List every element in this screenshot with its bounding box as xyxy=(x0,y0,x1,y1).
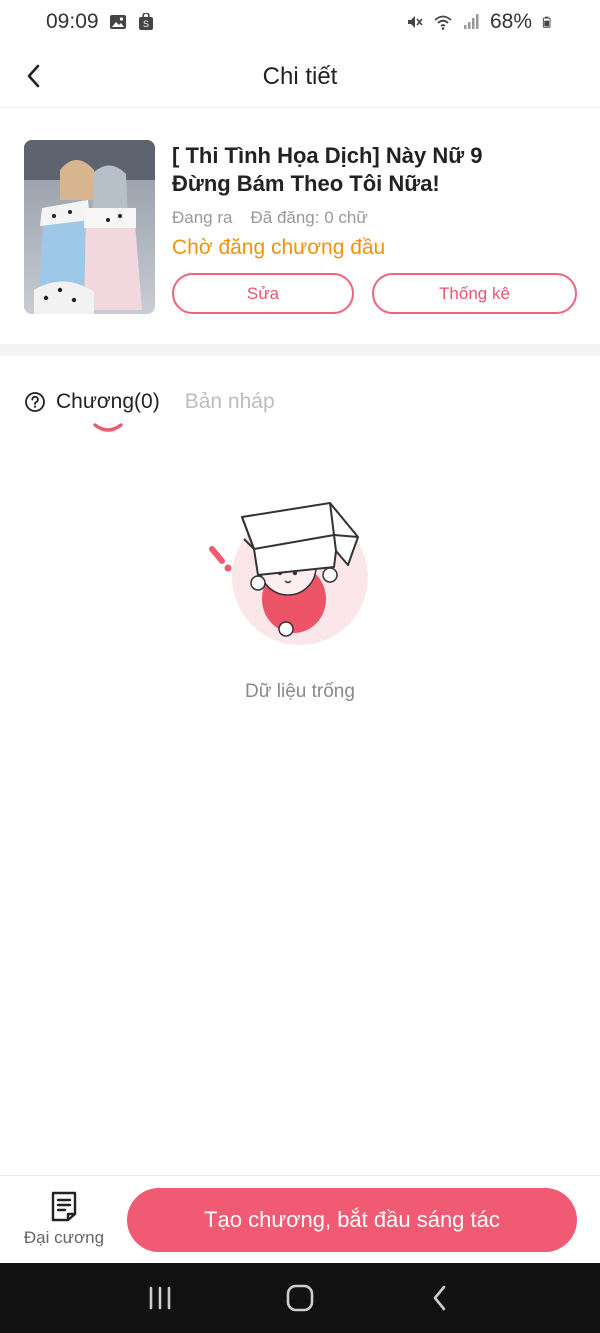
tab-chapters-label: Chương(0) xyxy=(56,390,160,413)
help-icon[interactable] xyxy=(24,391,46,413)
shopping-bag-icon: S xyxy=(138,13,153,30)
empty-state-text: Dữ liệu trống xyxy=(245,681,355,702)
create-chapter-button[interactable]: Tạo chương, bắt đầu sáng tác xyxy=(127,1188,577,1252)
back-button[interactable] xyxy=(14,56,54,96)
status-time: 09:09 xyxy=(46,10,99,33)
image-icon xyxy=(109,15,126,29)
cover-image xyxy=(24,140,155,314)
system-nav-bar xyxy=(0,1263,600,1333)
section-divider xyxy=(0,344,600,356)
stats-button[interactable]: Thống kê xyxy=(372,273,577,314)
outline-label: Đại cương xyxy=(23,1228,105,1247)
header: Chi tiết xyxy=(0,46,600,108)
wifi-icon xyxy=(434,15,452,30)
outline-document-icon xyxy=(51,1191,77,1222)
status-right: 68% xyxy=(406,10,554,34)
empty-box-illustration xyxy=(209,502,368,645)
recent-apps-icon xyxy=(149,1286,171,1310)
chevron-left-icon xyxy=(27,64,40,88)
bottom-action-bar: Đại cương Tạo chương, bắt đầu sáng tác xyxy=(0,1175,600,1263)
tabs: Chương(0) Bản nháp xyxy=(24,390,275,440)
status-left: 09:09 S xyxy=(46,10,155,34)
battery-text: 68% xyxy=(489,10,532,33)
book-title: [ Thi Tình Họa Dịch] Này Nữ 9 Đừng Bám T… xyxy=(172,143,483,196)
tab-active-indicator xyxy=(93,423,123,432)
book-cover[interactable] xyxy=(24,140,155,314)
home-icon xyxy=(286,1284,314,1312)
recent-apps-button[interactable] xyxy=(130,1273,190,1323)
mute-icon xyxy=(407,16,423,28)
battery-icon xyxy=(542,16,551,28)
edit-button[interactable]: Sửa xyxy=(172,273,354,314)
svg-text:S: S xyxy=(143,19,149,29)
pending-status: Chờ đăng chương đầu xyxy=(172,236,386,259)
system-back-button[interactable] xyxy=(410,1273,470,1323)
tab-drafts-label: Bản nháp xyxy=(184,390,275,413)
tab-drafts[interactable]: Bản nháp xyxy=(185,390,275,414)
signal-icon xyxy=(463,14,479,29)
book-status: Đang ra xyxy=(172,208,233,227)
book-word-count: Đã đăng: 0 chữ xyxy=(250,208,368,227)
page-title: Chi tiết xyxy=(262,62,338,90)
outline-button[interactable]: Đại cương xyxy=(14,1190,114,1256)
tab-chapters[interactable]: Chương(0) xyxy=(24,390,160,432)
status-bar: 09:09 S 68% xyxy=(0,0,600,44)
empty-state: Dữ liệu trống xyxy=(0,495,600,725)
system-back-icon xyxy=(433,1285,446,1311)
book-meta: Đang ra Đã đăng: 0 chữ xyxy=(172,208,368,228)
home-button[interactable] xyxy=(270,1273,330,1323)
book-info: [ Thi Tình Họa Dịch] Này Nữ 9 Đừng Bám T… xyxy=(24,140,580,320)
